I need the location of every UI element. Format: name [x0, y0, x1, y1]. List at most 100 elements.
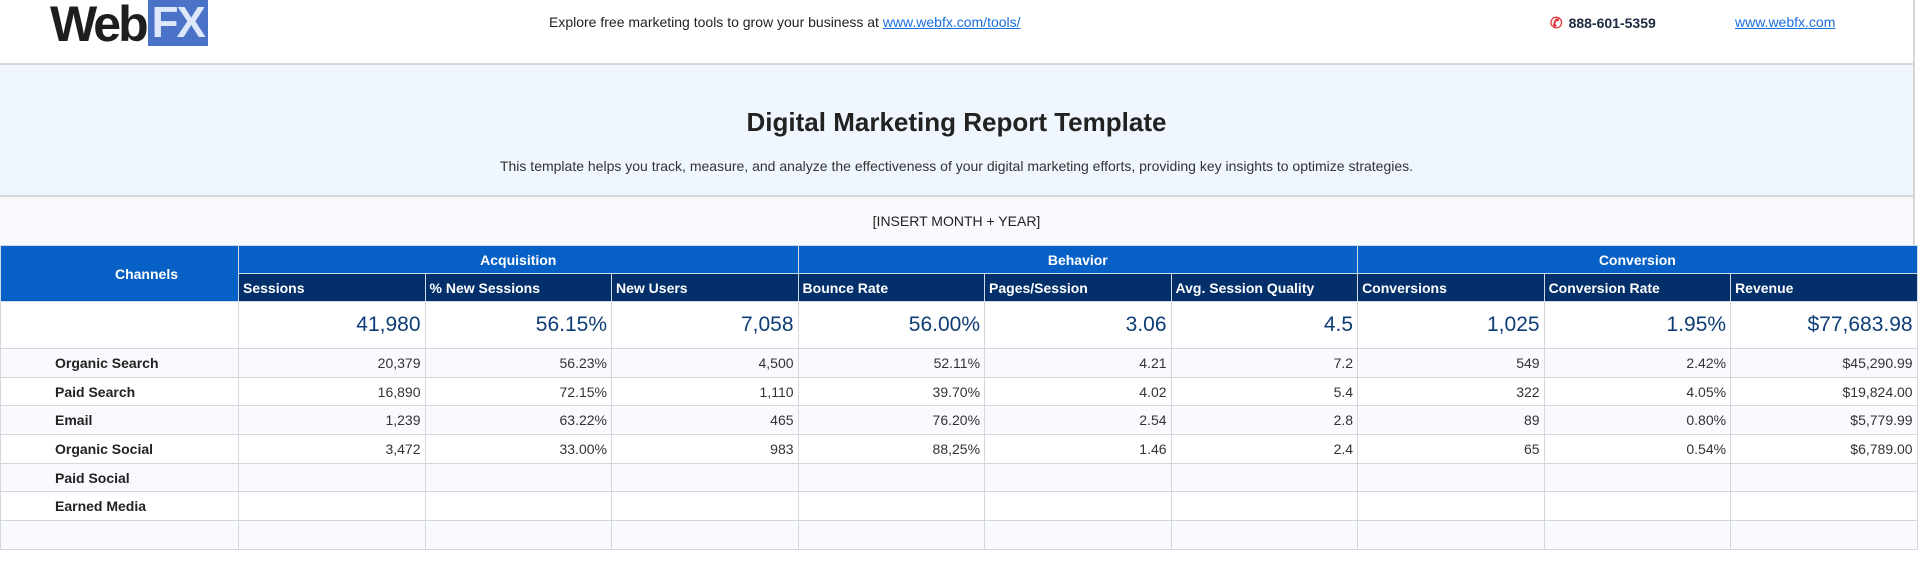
top-bar: Web FX Explore free marketing tools to gr… [0, 0, 1915, 65]
data-cell[interactable] [1170, 462, 1359, 493]
data-cell[interactable] [1730, 520, 1918, 550]
channel-name-cell[interactable]: Earned Media [0, 491, 239, 522]
data-cell[interactable]: 3,472 [238, 434, 426, 464]
data-cell[interactable]: 0.54% [1543, 434, 1732, 464]
webfx-logo[interactable]: Web FX [50, 0, 208, 49]
total-cell[interactable]: 1.95% [1543, 301, 1732, 349]
data-cell[interactable]: 56.23% [424, 348, 612, 378]
data-cell[interactable]: 983 [611, 434, 799, 464]
data-cell[interactable]: 1,239 [238, 405, 426, 436]
data-cell[interactable] [424, 520, 612, 550]
total-cell[interactable]: 56.00% [797, 301, 986, 349]
data-cell[interactable]: 39.70% [797, 376, 986, 407]
data-cell[interactable] [238, 462, 426, 493]
data-cell[interactable]: 4.21 [984, 348, 1172, 378]
data-cell[interactable]: 88,25% [797, 434, 986, 464]
data-cell[interactable]: $19,824.00 [1730, 376, 1918, 407]
total-cell[interactable]: 4.5 [1170, 301, 1359, 349]
data-cell[interactable]: 2.8 [1170, 405, 1359, 436]
data-cell[interactable]: 52.11% [797, 348, 986, 378]
channel-name-cell[interactable] [0, 520, 239, 550]
table-row: Organic Social 3,472 33.00% 983 88,25% 1.46 2.… [0, 434, 1918, 464]
channel-name-cell[interactable]: Paid Search [0, 376, 239, 407]
data-cell[interactable]: $45,290.99 [1730, 348, 1918, 378]
page-subtitle: This template helps you track, measure, … [499, 158, 1414, 174]
data-cell[interactable]: 1.46 [984, 434, 1172, 464]
channel-name-cell[interactable]: Organic Search [0, 348, 239, 378]
column-header: Avg. Session Quality [1170, 273, 1359, 302]
data-cell[interactable] [424, 491, 612, 522]
total-cell[interactable]: 7,058 [611, 301, 799, 349]
group-behavior: Behavior [797, 245, 1359, 274]
data-cell[interactable]: 76.20% [797, 405, 986, 436]
data-cell[interactable] [238, 491, 426, 522]
total-cell[interactable]: 3.06 [984, 301, 1172, 349]
data-cell[interactable] [611, 520, 799, 550]
data-cell[interactable] [611, 491, 799, 522]
column-header: Bounce Rate [797, 273, 986, 302]
data-cell[interactable] [984, 491, 1172, 522]
phone-text: 888-601-5359 [1568, 15, 1656, 31]
data-cell[interactable]: 33.00% [424, 434, 612, 464]
data-cell[interactable] [424, 462, 612, 493]
data-cell[interactable]: 65 [1357, 434, 1545, 464]
channel-name-cell[interactable]: Paid Social [0, 462, 239, 493]
data-cell[interactable] [797, 520, 986, 550]
total-cell[interactable]: $77,683.98 [1730, 301, 1918, 349]
tools-link[interactable]: www.webfx.com/tools/ [883, 14, 1021, 30]
data-cell[interactable]: 4,500 [611, 348, 799, 378]
data-cell[interactable]: 549 [1357, 348, 1545, 378]
data-cell[interactable]: 1,110 [611, 376, 799, 407]
total-cell[interactable]: 56.15% [424, 301, 612, 349]
table-row [0, 520, 1918, 550]
data-cell[interactable] [1357, 462, 1545, 493]
data-cell[interactable]: 2.54 [984, 405, 1172, 436]
report-table: Channels Acquisition Behavior Conversion… [0, 245, 1918, 550]
data-cell[interactable]: $5,779.99 [1730, 405, 1918, 436]
data-cell[interactable]: 16,890 [238, 376, 426, 407]
data-cell[interactable] [1357, 491, 1545, 522]
phone-number[interactable]: ✆ 888-601-5359 [1550, 14, 1656, 32]
data-cell[interactable]: 322 [1357, 376, 1545, 407]
data-cell[interactable] [1543, 462, 1732, 493]
totals-label-cell[interactable] [0, 301, 239, 349]
data-cell[interactable]: 63.22% [424, 405, 612, 436]
data-cell[interactable] [1730, 491, 1918, 522]
data-cell[interactable] [1543, 520, 1732, 550]
data-cell[interactable]: 89 [1357, 405, 1545, 436]
data-cell[interactable] [1730, 462, 1918, 493]
data-cell[interactable]: 4.02 [984, 376, 1172, 407]
data-cell[interactable]: 2.42% [1543, 348, 1732, 378]
data-cell[interactable] [238, 520, 426, 550]
data-cell[interactable]: 5.4 [1170, 376, 1359, 407]
data-cell[interactable] [1170, 520, 1359, 550]
column-header: Conversion Rate [1543, 273, 1732, 302]
data-cell[interactable]: 0.80% [1543, 405, 1732, 436]
data-cell[interactable] [984, 462, 1172, 493]
table-row: Paid Social [0, 462, 1918, 493]
data-cell[interactable]: 20,379 [238, 348, 426, 378]
data-cell[interactable]: 465 [611, 405, 799, 436]
data-cell[interactable] [611, 462, 799, 493]
phone-icon: ✆ [1550, 15, 1563, 32]
website-link[interactable]: www.webfx.com [1735, 14, 1835, 30]
data-cell[interactable] [797, 491, 986, 522]
data-cell[interactable]: 4.05% [1543, 376, 1732, 407]
group-acquisition: Acquisition [238, 245, 799, 274]
data-cell[interactable]: 2.4 [1170, 434, 1359, 464]
data-cell[interactable]: $6,789.00 [1730, 434, 1918, 464]
data-cell[interactable] [1170, 491, 1359, 522]
channel-name-cell[interactable]: Email [0, 405, 239, 436]
report-period[interactable]: [INSERT MONTH + YEAR] [0, 197, 1915, 245]
table-row: Organic Search 20,379 56.23% 4,500 52.11% 4.2… [0, 348, 1918, 378]
data-cell[interactable] [1357, 520, 1545, 550]
data-cell[interactable]: 7.2 [1170, 348, 1359, 378]
data-cell[interactable] [797, 462, 986, 493]
data-cell[interactable] [984, 520, 1172, 550]
tagline: Explore free marketing tools to grow you… [549, 14, 1021, 30]
data-cell[interactable]: 72.15% [424, 376, 612, 407]
channel-name-cell[interactable]: Organic Social [0, 434, 239, 464]
total-cell[interactable]: 41,980 [238, 301, 426, 349]
total-cell[interactable]: 1,025 [1357, 301, 1545, 349]
data-cell[interactable] [1543, 491, 1732, 522]
